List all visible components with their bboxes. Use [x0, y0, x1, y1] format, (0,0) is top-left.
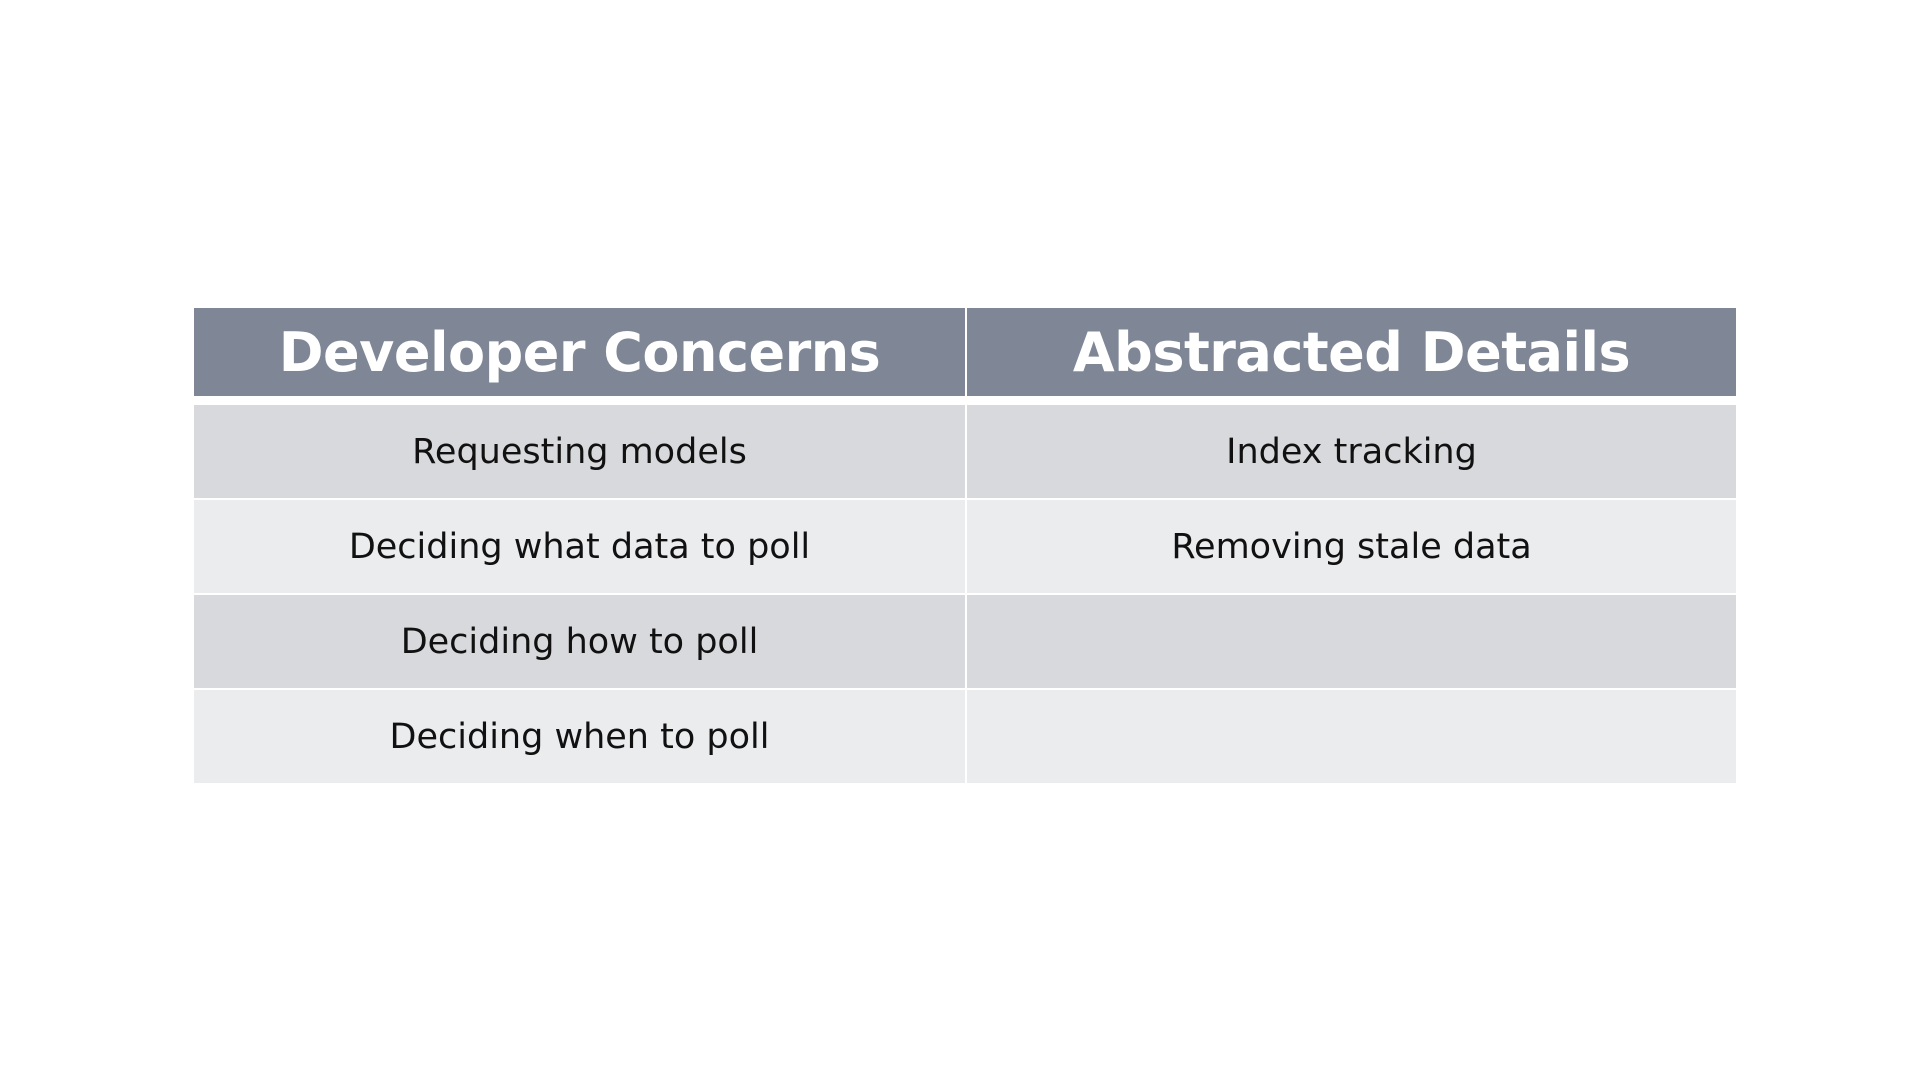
- header-developer-concerns: Developer Concerns: [278, 320, 881, 384]
- table-header-row: Developer Concerns Abstracted Details: [194, 308, 1736, 403]
- table-row: Requesting models Index tracking: [194, 403, 1736, 498]
- table-cell: Deciding what data to poll: [348, 526, 811, 567]
- table-cell: Deciding how to poll: [400, 621, 759, 662]
- table-row: Deciding what data to poll Removing stal…: [194, 498, 1736, 593]
- table-cell: [965, 595, 1736, 688]
- header-abstracted-details: Abstracted Details: [965, 308, 1736, 396]
- comparison-table: Developer Concerns Abstracted Details Re…: [194, 308, 1736, 783]
- table-row: Deciding how to poll: [194, 593, 1736, 688]
- table-cell: [965, 690, 1736, 783]
- slide: Developer Concerns Abstracted Details Re…: [0, 0, 1920, 1080]
- table-cell: Requesting models: [412, 431, 747, 472]
- table-cell: Deciding when to poll: [389, 716, 770, 757]
- table-cell: Index tracking: [965, 405, 1736, 498]
- table-row: Deciding when to poll: [194, 688, 1736, 783]
- table-cell: Removing stale data: [965, 500, 1736, 593]
